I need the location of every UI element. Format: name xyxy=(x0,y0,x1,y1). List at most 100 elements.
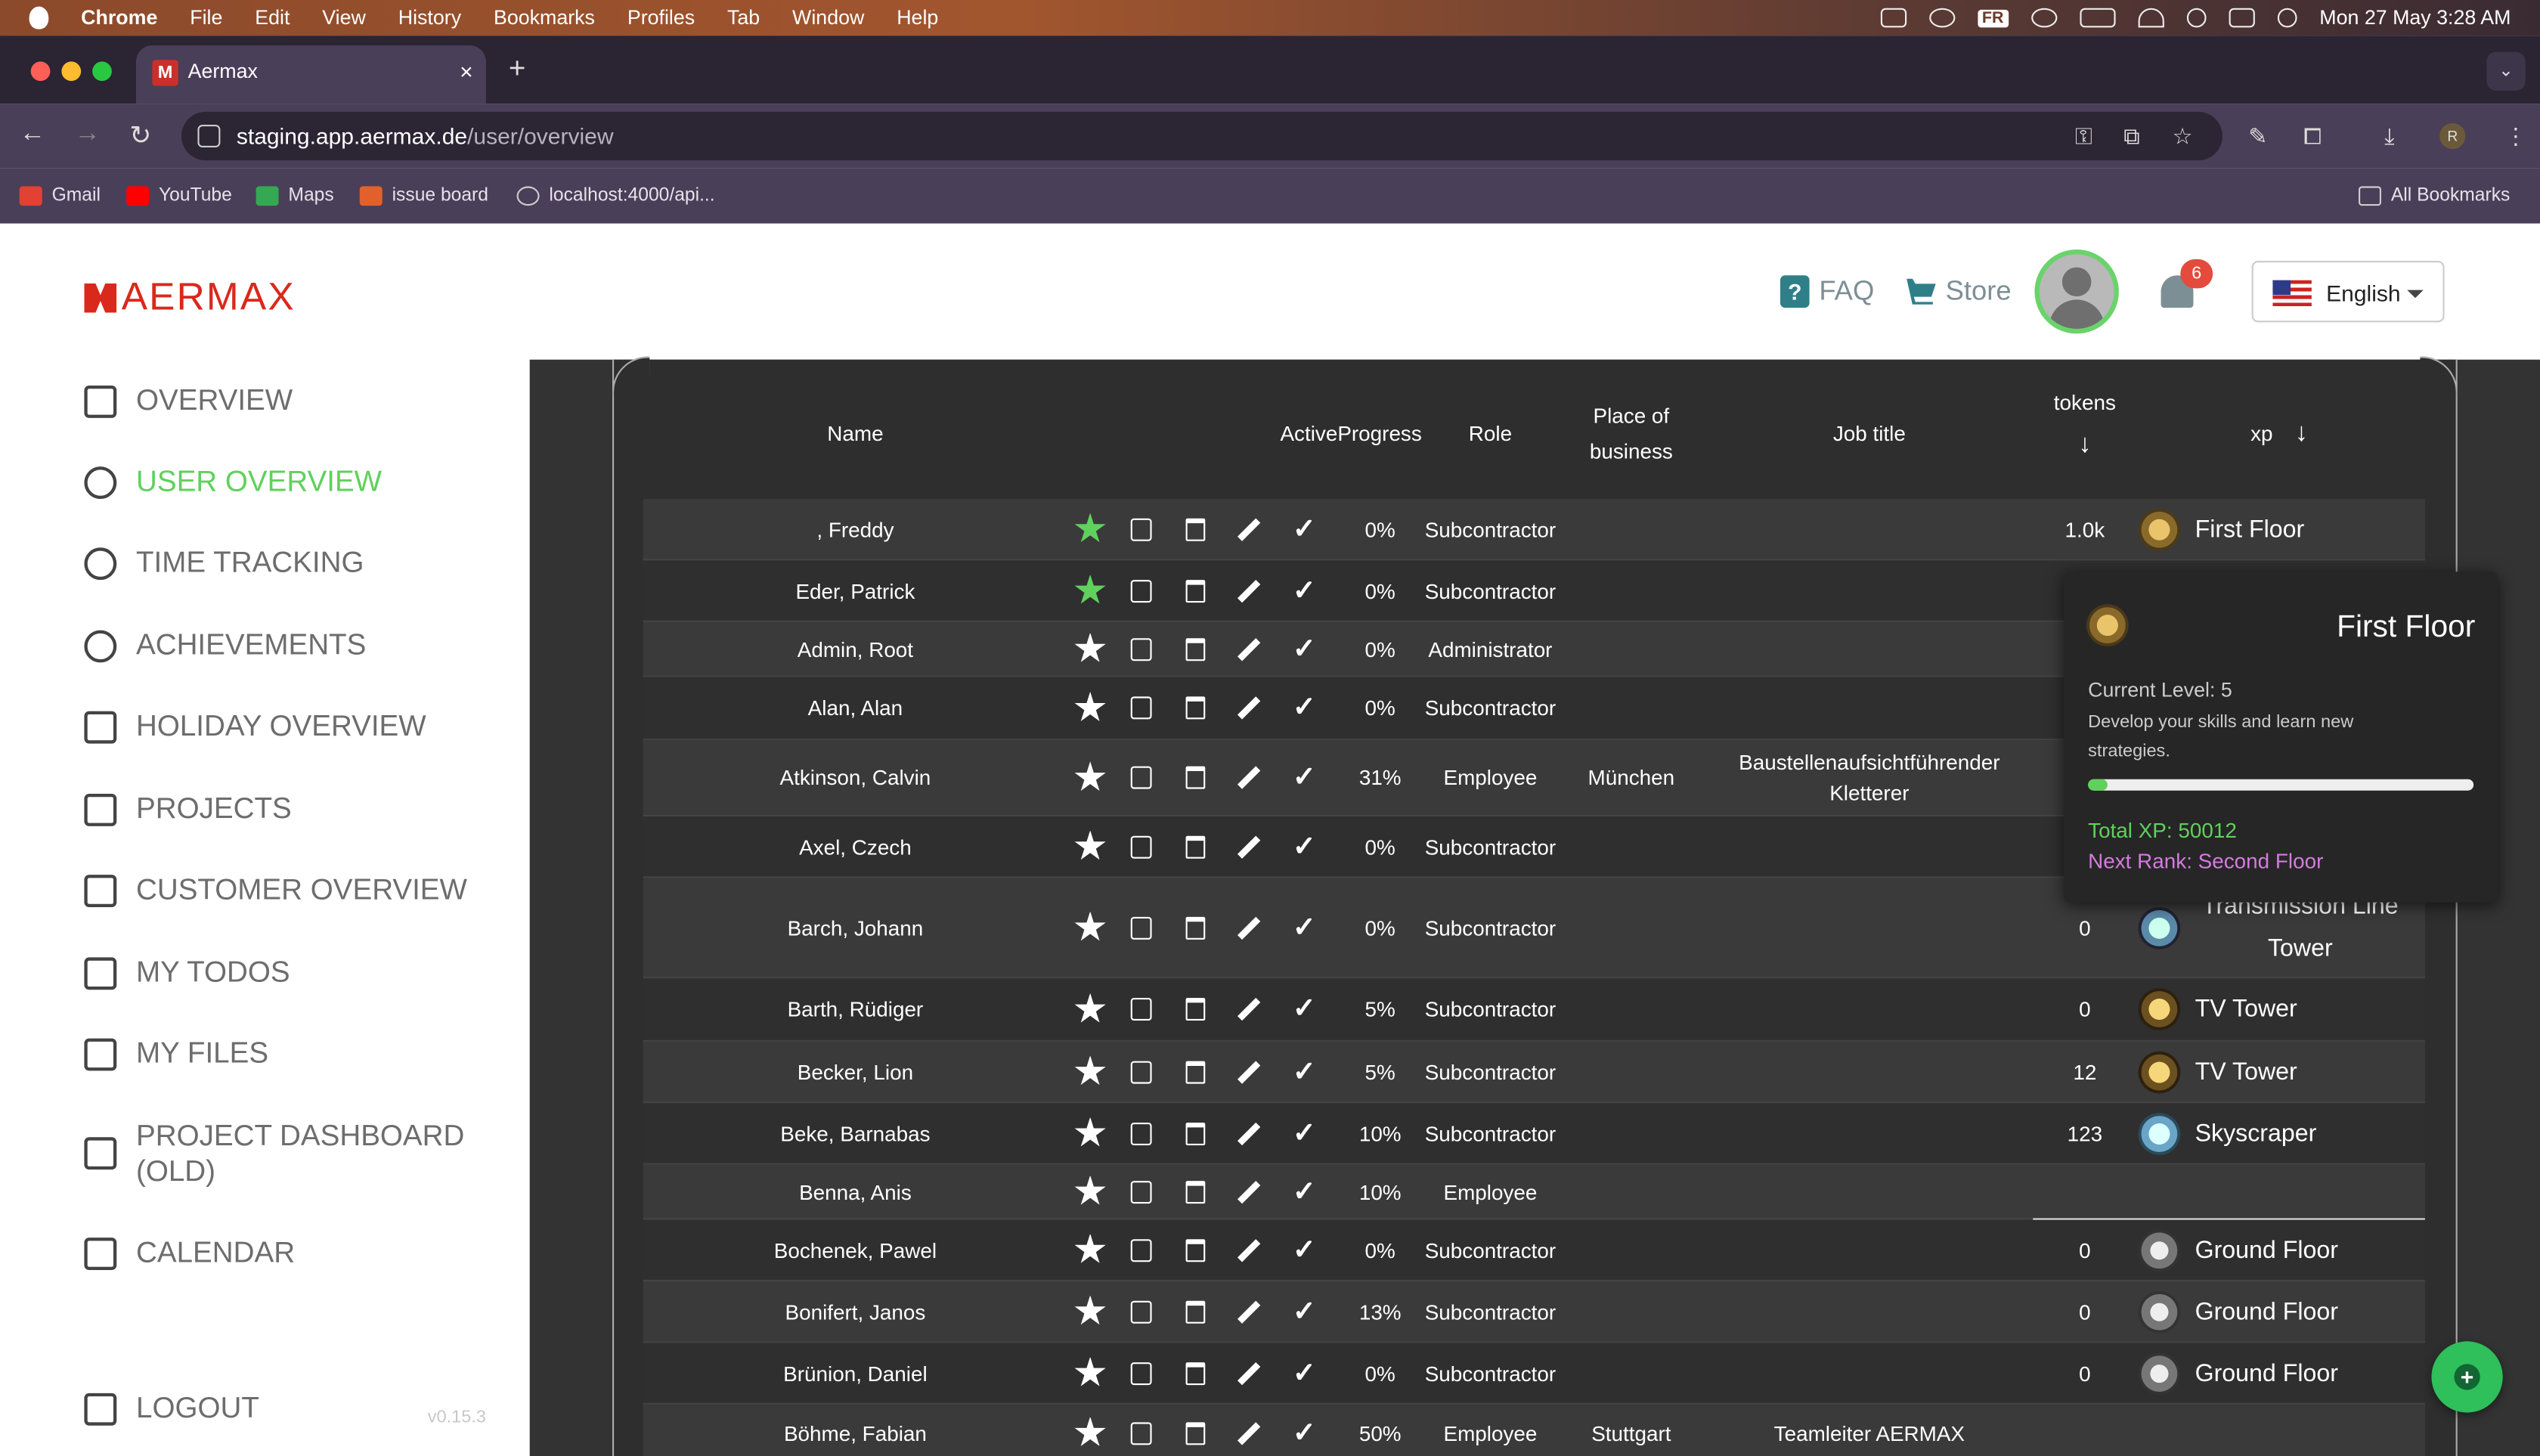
rank-label[interactable]: Ground Floor xyxy=(2195,1297,2406,1324)
edit-pencil-icon[interactable] xyxy=(1237,1238,1261,1262)
header-name[interactable]: Name xyxy=(774,417,936,452)
archive-icon[interactable] xyxy=(1130,696,1152,720)
user-name[interactable]: Becker, Lion xyxy=(726,1059,985,1083)
edit-pencil-icon[interactable] xyxy=(1237,766,1261,789)
edit-pencil-icon[interactable] xyxy=(1237,835,1261,858)
favorite-star-icon[interactable] xyxy=(1074,761,1106,792)
window-zoom-button[interactable] xyxy=(92,61,112,82)
archive-icon[interactable] xyxy=(1130,637,1152,661)
rank-medal-icon[interactable] xyxy=(2138,906,2181,949)
trash-icon[interactable] xyxy=(1185,1238,1206,1262)
archive-icon[interactable] xyxy=(1130,579,1152,603)
sidebar-item-calendar[interactable]: CALENDAR xyxy=(84,1236,295,1270)
reload-icon[interactable]: ↻ xyxy=(129,120,151,153)
favorite-star-icon[interactable] xyxy=(1074,513,1106,543)
rank-medal-icon[interactable] xyxy=(2138,1228,2181,1272)
menu-help[interactable]: Help xyxy=(897,7,938,29)
table-row[interactable]: , Freddy ✓ 0% Subcontractor 1.0k First Fl… xyxy=(643,499,2425,561)
archive-icon[interactable] xyxy=(1130,835,1152,858)
clock-datetime[interactable]: Mon 27 May 3:28 AM xyxy=(2319,7,2511,29)
user-name[interactable]: Eder, Patrick xyxy=(726,578,985,603)
status-sync-icon[interactable] xyxy=(1928,8,1955,28)
wifi-icon[interactable] xyxy=(2138,8,2164,28)
favorite-star-icon[interactable] xyxy=(1074,1055,1106,1086)
user-name[interactable]: Beke, Barnabas xyxy=(726,1121,985,1145)
bookmark-star-icon[interactable]: ☆ xyxy=(2173,123,2193,150)
archive-icon[interactable] xyxy=(1130,1362,1152,1385)
edit-pencil-icon[interactable] xyxy=(1237,1300,1261,1323)
approve-check-icon[interactable]: ✓ xyxy=(1293,633,1316,665)
trash-icon[interactable] xyxy=(1185,696,1206,720)
header-place-of-business[interactable]: Place of business xyxy=(1558,398,1704,469)
edit-pencil-icon[interactable] xyxy=(1237,997,1261,1021)
menu-app-name[interactable]: Chrome xyxy=(81,7,157,29)
sidebar-item-holiday-overview[interactable]: HOLIDAY OVERVIEW xyxy=(84,710,426,744)
user-name[interactable]: Bochenek, Pawel xyxy=(726,1238,985,1262)
sidebar-item-customer-overview[interactable]: CUSTOMER OVERVIEW xyxy=(84,873,467,907)
user-name[interactable]: Brünion, Daniel xyxy=(726,1361,985,1385)
menu-view[interactable]: View xyxy=(322,7,366,29)
approve-check-icon[interactable]: ✓ xyxy=(1293,830,1316,863)
approve-check-icon[interactable]: ✓ xyxy=(1293,692,1316,724)
trash-icon[interactable] xyxy=(1185,766,1206,789)
bookmark-gmail[interactable]: Gmail xyxy=(19,186,101,206)
siri-icon[interactable] xyxy=(2277,8,2297,28)
rank-label[interactable]: First Floor xyxy=(2195,515,2406,542)
favorite-star-icon[interactable] xyxy=(1074,632,1106,662)
extensions-icon[interactable]: ⧠ xyxy=(2303,123,2322,150)
rank-medal-icon[interactable] xyxy=(2138,1112,2181,1154)
forward-arrow-icon[interactable]: → xyxy=(75,120,101,150)
table-row[interactable]: Beke, Barnabas ✓ 10% Subcontractor 123 Sk… xyxy=(643,1103,2425,1165)
favorite-star-icon[interactable] xyxy=(1074,692,1106,722)
input-source-badge[interactable]: FR xyxy=(1977,8,2009,27)
trash-icon[interactable] xyxy=(1185,637,1206,661)
archive-icon[interactable] xyxy=(1130,1421,1152,1445)
sort-down-arrow-icon[interactable]: ↓ xyxy=(2295,420,2308,447)
header-xp[interactable]: xp ↓ xyxy=(2222,417,2336,452)
search-icon[interactable] xyxy=(2186,8,2207,28)
trash-icon[interactable] xyxy=(1185,915,1206,939)
favorite-star-icon[interactable] xyxy=(1074,1175,1106,1205)
archive-icon[interactable] xyxy=(1130,1238,1152,1262)
header-tokens[interactable]: tokens ↓ xyxy=(2028,386,2142,463)
bookmark-issue-board[interactable]: issue board xyxy=(359,186,488,206)
approve-check-icon[interactable]: ✓ xyxy=(1293,1117,1316,1150)
rank-medal-icon[interactable] xyxy=(2138,1290,2181,1333)
approve-check-icon[interactable]: ✓ xyxy=(1293,1357,1316,1389)
favorite-star-icon[interactable] xyxy=(1074,1416,1106,1446)
edit-pencil-icon[interactable] xyxy=(1237,696,1261,720)
download-icon[interactable]: ⤓ xyxy=(2384,123,2394,150)
header-job-title[interactable]: Job title xyxy=(1789,417,1950,452)
rank-label[interactable]: Ground Floor xyxy=(2195,1359,2406,1386)
bookmark-localhost[interactable]: localhost:4000/api... xyxy=(516,186,715,206)
language-select[interactable]: English xyxy=(2251,261,2445,323)
favorite-star-icon[interactable] xyxy=(1074,1117,1106,1147)
menu-profiles[interactable]: Profiles xyxy=(627,7,695,29)
trash-icon[interactable] xyxy=(1185,1421,1206,1445)
rank-label[interactable]: Skyscraper xyxy=(2195,1120,2406,1147)
sidebar-item-my-files[interactable]: MY FILES xyxy=(84,1036,268,1070)
rank-medal-icon[interactable] xyxy=(2138,1050,2181,1093)
rank-label[interactable]: Ground Floor xyxy=(2195,1236,2406,1263)
back-arrow-icon[interactable]: ← xyxy=(20,120,45,150)
play-icon[interactable] xyxy=(2030,8,2058,28)
approve-check-icon[interactable]: ✓ xyxy=(1293,1176,1316,1208)
rank-medal-icon[interactable] xyxy=(2138,1352,2181,1394)
trash-icon[interactable] xyxy=(1185,1180,1206,1204)
archive-icon[interactable] xyxy=(1130,1300,1152,1323)
trash-icon[interactable] xyxy=(1185,998,1206,1021)
rank-label[interactable]: TV Tower xyxy=(2195,996,2406,1023)
browser-tab-aermax[interactable]: M Aermax × xyxy=(136,45,486,104)
new-tab-button[interactable]: + xyxy=(509,52,526,86)
edit-pencil-icon[interactable] xyxy=(1237,637,1261,661)
status-tray-icon[interactable] xyxy=(1879,8,1907,28)
approve-check-icon[interactable]: ✓ xyxy=(1293,993,1316,1026)
approve-check-icon[interactable]: ✓ xyxy=(1293,911,1316,943)
approve-check-icon[interactable]: ✓ xyxy=(1293,575,1316,607)
header-role[interactable]: Role xyxy=(1426,417,1555,452)
trash-icon[interactable] xyxy=(1185,517,1206,541)
user-name[interactable]: Benna, Anis xyxy=(726,1179,985,1204)
edit-pencil-icon[interactable] xyxy=(1237,578,1261,603)
eyedropper-icon[interactable]: ✎ xyxy=(2248,123,2267,150)
table-row[interactable]: Barth, Rüdiger ✓ 5% Subcontractor 0 TV To… xyxy=(643,978,2425,1042)
